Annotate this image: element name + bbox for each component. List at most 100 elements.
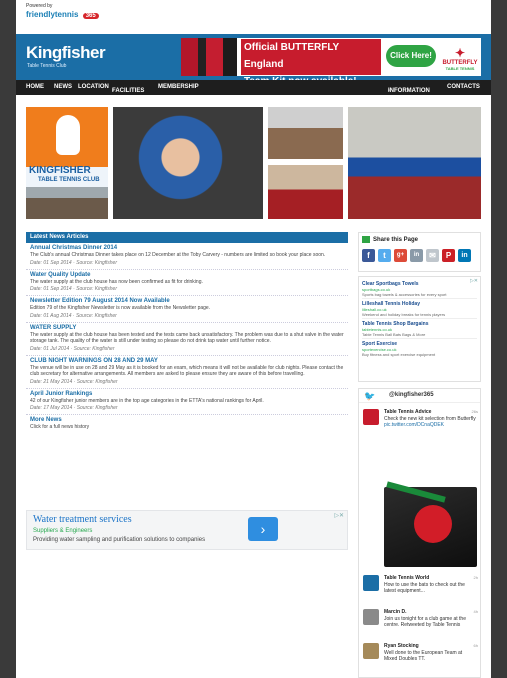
article-title[interactable]: Annual Christmas Dinner 2014 xyxy=(30,245,344,251)
tweet-avatar[interactable] xyxy=(363,409,379,425)
logo-sub: TABLE TENNIS CLUB xyxy=(38,177,100,183)
sidebar-ad-desc: Table Tennis Ball Bats Bags & More xyxy=(362,332,426,337)
tweet-author[interactable]: Table Tennis World xyxy=(384,575,464,581)
article-body: Edition 79 of the Kingfisher Newsletter … xyxy=(30,305,211,311)
twitter-bird-icon: 🐦 xyxy=(364,391,376,401)
share-title: Share this Page xyxy=(373,237,419,244)
ad-text: Official BUTTERFLY England Team Kit now … xyxy=(241,39,381,87)
tweet-author[interactable]: Ryan Stocking xyxy=(384,643,464,649)
article-title[interactable]: April Junior Rankings xyxy=(30,391,344,397)
nav-facilities-label: FACILITIES xyxy=(112,88,145,94)
sidebar-ad-desc: Sports bag towels & accessories for ever… xyxy=(362,292,447,297)
tweet[interactable]: Table Tennis Advice 26s Check the new ki… xyxy=(363,409,478,479)
tweet-image[interactable] xyxy=(384,481,477,567)
tweet-time: 2h xyxy=(473,575,478,580)
article-date: Date: 01 Jul 2014 · Source: Kingfisher xyxy=(30,345,115,352)
article-body: 42 of our Kingfisher junior members are … xyxy=(30,397,264,404)
article-title[interactable]: CLUB NIGHT WARNINGS ON 28 AND 29 MAY xyxy=(30,358,344,364)
share-icon xyxy=(362,236,370,243)
article-date: Date: 17 May 2014 · Source: Kingfisher xyxy=(30,405,118,411)
tweet-text: Check the new kit selection from Butterf… xyxy=(384,416,476,428)
chevron-down-icon: - xyxy=(112,88,114,94)
strap-image xyxy=(386,481,446,503)
news-column: Latest News Articles Annual Christmas Di… xyxy=(26,232,348,433)
tweet-author[interactable]: Marcin D. xyxy=(384,609,464,615)
nav-location[interactable]: LOCATION xyxy=(78,84,109,90)
pinterest-icon[interactable]: P xyxy=(442,249,455,263)
nav-contacts[interactable]: CONTACTS xyxy=(447,84,480,90)
ad-description: Providing water sampling and purificatio… xyxy=(33,537,206,543)
sidebar: Share this Page f t g+ in ✉ P in ▷✕ Clea… xyxy=(358,232,481,678)
butterfly-icon: ✦ xyxy=(454,46,466,60)
sidebar-ad-item[interactable]: Clear Sportbags Towels sportbags.co.uk S… xyxy=(362,279,477,299)
news-article: April Junior Rankings 42 of our Kingfish… xyxy=(26,389,348,415)
news-header: Latest News Articles xyxy=(26,232,348,243)
twitter-icon[interactable]: t xyxy=(378,249,391,263)
nav-news[interactable]: NEWS xyxy=(54,84,72,90)
email-icon[interactable]: ✉ xyxy=(426,249,439,263)
adchoices-icon[interactable]: ▷✕ xyxy=(470,278,478,284)
powered-by-label: Powered by xyxy=(26,3,53,9)
sidebar-ad-item[interactable]: Lilleshall Tennis Holiday lilleshall.co.… xyxy=(362,299,477,319)
more-news-text[interactable]: Click for a full news history xyxy=(26,423,348,433)
tweet-text: Well done to the European Team at Mixed … xyxy=(384,650,463,662)
ad-headline[interactable]: Water treatment services xyxy=(33,514,132,525)
more-news-link[interactable]: More News xyxy=(26,415,348,423)
facebook-icon[interactable]: f xyxy=(362,249,375,263)
sidebar-ad-item[interactable]: Table Tennis Shop Bargains tabletennis.c… xyxy=(362,319,477,339)
shirts-image xyxy=(181,38,237,76)
article-title[interactable]: Newsletter Edition 79 August 2014 Now Av… xyxy=(30,298,344,304)
google-plus-icon[interactable]: g+ xyxy=(394,249,407,263)
tweet-time: 4h xyxy=(473,609,478,614)
page: Powered by friendlytennis 365 Kingfisher… xyxy=(16,0,491,678)
gallery-photo-hall[interactable] xyxy=(348,107,481,219)
tweet-avatar[interactable] xyxy=(363,609,379,625)
twitter-header: 🐦 @kingfisher365 xyxy=(359,389,480,403)
ad-line-1: Official BUTTERFLY England xyxy=(244,42,340,70)
share-box: Share this Page f t g+ in ✉ P in xyxy=(358,232,481,272)
adchoices-icon[interactable]: ▷✕ xyxy=(334,512,344,519)
nav-home[interactable]: HOME xyxy=(26,84,44,90)
platform-badge: 365 xyxy=(82,13,99,19)
gallery-photo-junior-player[interactable] xyxy=(113,107,263,219)
gallery-photo-boy[interactable] xyxy=(268,107,343,159)
tweet-author[interactable]: Table Tennis Advice xyxy=(384,409,464,415)
ad-url[interactable]: Suppliers & Engineers xyxy=(33,528,92,534)
linkedin-icon[interactable]: in xyxy=(458,249,471,263)
tweet-link[interactable]: pic.twitter.com/DCnaQDEK xyxy=(384,422,444,428)
article-body: The water supply at the club house has b… xyxy=(30,331,344,345)
tweet-text: Join us tonight for a club game at the c… xyxy=(384,616,466,628)
site-title[interactable]: Kingfisher xyxy=(26,43,106,63)
kit-ad-banner[interactable]: Official BUTTERFLY England Team Kit now … xyxy=(181,38,481,87)
ad-arrow-button[interactable]: › xyxy=(248,517,278,541)
ad-click-here-button[interactable]: Click Here! xyxy=(386,45,436,67)
sidebar-ads: ▷✕ Clear Sportbags Towels sportbags.co.u… xyxy=(358,276,481,382)
article-body: The Club's annual Christmas Dinner takes… xyxy=(30,252,326,258)
google-text-ad[interactable]: Water treatment services Suppliers & Eng… xyxy=(26,510,348,550)
tweet-avatar[interactable] xyxy=(363,643,379,659)
tweet-avatar[interactable] xyxy=(363,575,379,591)
article-title[interactable]: Water Quality Update xyxy=(30,272,344,278)
club-logo[interactable]: KINGFISHER TABLE TENNIS CLUB xyxy=(26,107,108,219)
top-strip: Powered by friendlytennis 365 xyxy=(16,0,491,34)
main-nav: HOME NEWS LOCATION FACILITIES - MEMBERSH… xyxy=(16,80,491,95)
news-article: Newsletter Edition 79 August 2014 Now Av… xyxy=(26,296,348,323)
butterfly-logo: ✦ BUTTERFLY TABLE TENNIS xyxy=(439,38,481,76)
gallery-photo-tables[interactable] xyxy=(268,165,343,219)
twitter-handle[interactable]: @kingfisher365 xyxy=(389,392,434,398)
platform-logo[interactable]: friendlytennis 365 xyxy=(26,10,99,19)
site-subtitle: Table Tennis Club xyxy=(27,63,67,69)
photo-gallery: KINGFISHER TABLE TENNIS CLUB xyxy=(26,107,481,219)
clubhouse-photo xyxy=(26,187,108,219)
article-body: The venue will be in use on 28 and 29 Ma… xyxy=(30,364,344,378)
share-header: Share this Page xyxy=(362,236,477,243)
share-icons: f t g+ in ✉ P in xyxy=(362,249,477,263)
article-date: Date: 01 Sep 2014 · Source: Kingfisher xyxy=(30,259,117,266)
sidebar-ad-item[interactable]: Sport Exercise sportexercise.co.uk Buy f… xyxy=(362,339,477,359)
nav-membership[interactable]: MEMBERSHIP xyxy=(158,84,199,90)
news-article: Water Quality Update The water supply at… xyxy=(26,270,348,296)
stumble-icon[interactable]: in xyxy=(410,249,423,263)
bat-image xyxy=(414,505,452,543)
chevron-down-icon: - xyxy=(388,88,390,94)
article-title[interactable]: WATER SUPPLY xyxy=(30,325,344,331)
